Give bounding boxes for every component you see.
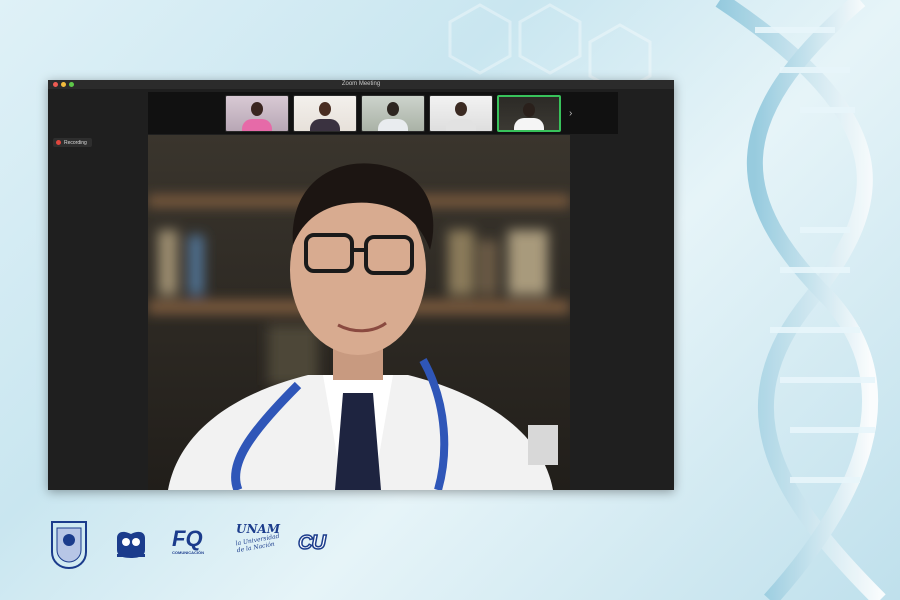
recording-label: Recording (64, 139, 87, 146)
unam-crest-logo (51, 521, 87, 570)
speaker-video-frame (148, 135, 570, 490)
participant-thumbnail[interactable] (361, 94, 425, 132)
record-dot-icon (56, 140, 61, 145)
participant-thumbnail-active[interactable] (497, 94, 561, 132)
chevron-right-icon[interactable]: › (569, 108, 572, 119)
window-titlebar: Zoom Meeting (48, 80, 674, 89)
participant-thumbnail[interactable] (429, 94, 493, 132)
fq-logo: FQ COMUNICACIÓN (172, 526, 216, 556)
dna-helix-decoration (715, 0, 886, 600)
recording-indicator[interactable]: Recording (53, 138, 92, 147)
window-title: Zoom Meeting (341, 81, 381, 87)
cu-logo: CU (297, 531, 326, 555)
fq-logo-text: FQ (172, 526, 203, 551)
active-speaker-video (148, 135, 570, 490)
zoom-meeting-window: Zoom Meeting › Recording (48, 80, 674, 490)
owl-logo (117, 531, 145, 558)
participant-strip: › (148, 92, 618, 134)
participant-thumbnail[interactable] (225, 94, 289, 132)
participant-thumbnail[interactable] (293, 94, 357, 132)
fq-logo-subtitle: COMUNICACIÓN (172, 550, 204, 555)
unam-wordmark-logo: UNAM la Universidad de la Nación (235, 522, 286, 554)
cu-logo-text: CU (297, 531, 326, 555)
